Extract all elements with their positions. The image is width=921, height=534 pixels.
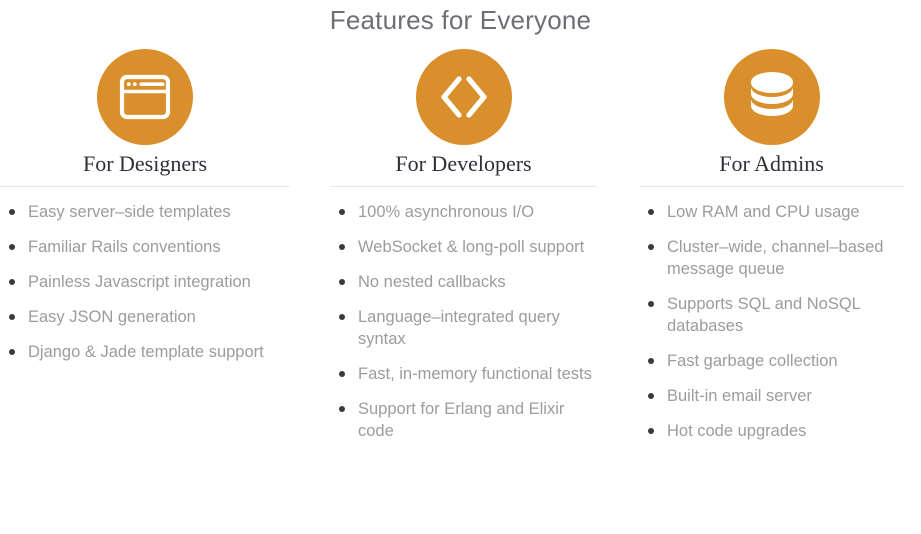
icon-wrap-admins — [639, 49, 904, 145]
browser-window-icon — [119, 74, 171, 120]
bullet-icon — [339, 279, 345, 285]
bullet-icon — [9, 244, 15, 250]
list-item-label: 100% asynchronous I/O — [358, 203, 535, 221]
list-item: No nested callbacks — [330, 271, 597, 293]
list-item: Familiar Rails conventions — [0, 236, 290, 258]
bullet-icon — [339, 244, 345, 250]
list-item: 100% asynchronous I/O — [330, 201, 597, 223]
bullet-icon — [9, 209, 15, 215]
bullet-icon — [9, 349, 15, 355]
list-item-label: WebSocket & long-poll support — [358, 238, 585, 256]
list-item-label: Hot code upgrades — [667, 422, 807, 440]
column-heading-designers: For Designers — [82, 151, 208, 176]
feature-columns: For Designers Easy server–side templates… — [0, 40, 921, 455]
feature-column-designers: For Designers Easy server–side templates… — [0, 40, 307, 376]
bullet-icon — [648, 428, 654, 434]
heading-divider-designers — [0, 186, 290, 187]
list-item: Painless Javascript integration — [0, 271, 290, 293]
list-item: Language–integrated query syntax — [330, 306, 597, 350]
list-item-label: Supports SQL and NoSQL databases — [667, 295, 861, 335]
list-item: Built-in email server — [639, 385, 904, 407]
list-item-label: Low RAM and CPU usage — [667, 203, 860, 221]
bullet-icon — [648, 358, 654, 364]
icon-badge-developers — [415, 49, 512, 145]
list-item-label: Fast garbage collection — [667, 352, 838, 370]
list-item-label: Support for Erlang and Elixir code — [358, 400, 565, 440]
bullet-icon — [648, 244, 654, 250]
database-icon — [747, 70, 797, 124]
icon-badge-designers — [97, 49, 193, 145]
list-item-label: Painless Javascript integration — [28, 273, 251, 291]
column-heading-admins: For Admins — [719, 151, 824, 176]
list-item-label: Familiar Rails conventions — [28, 238, 221, 256]
bullet-icon — [339, 371, 345, 377]
list-item: WebSocket & long-poll support — [330, 236, 597, 258]
list-item: Fast, in-memory functional tests — [330, 363, 597, 385]
bullet-icon — [648, 301, 654, 307]
list-item-label: No nested callbacks — [358, 273, 506, 291]
code-brackets-icon — [435, 71, 493, 123]
list-item-label: Language–integrated query syntax — [358, 308, 560, 348]
list-item: Support for Erlang and Elixir code — [330, 398, 597, 442]
list-item: Cluster–wide, channel–based message queu… — [639, 236, 904, 280]
list-item-label: Easy server–side templates — [28, 203, 231, 221]
feature-column-developers: For Developers 100% asynchronous I/O Web… — [307, 40, 614, 455]
list-item: Fast garbage collection — [639, 350, 904, 372]
list-item-label: Cluster–wide, channel–based message queu… — [667, 238, 884, 278]
list-item: Supports SQL and NoSQL databases — [639, 293, 904, 337]
column-heading-developers: For Developers — [395, 151, 532, 176]
list-item: Easy server–side templates — [0, 201, 290, 223]
bullet-icon — [9, 314, 15, 320]
bullet-icon — [339, 406, 345, 412]
bullet-icon — [648, 209, 654, 215]
icon-wrap-developers — [330, 49, 597, 145]
feature-list-admins: Low RAM and CPU usage Cluster–wide, chan… — [639, 201, 904, 442]
feature-column-admins: For Admins Low RAM and CPU usage Cluster… — [614, 40, 921, 455]
list-item-label: Built-in email server — [667, 387, 812, 405]
bullet-icon — [648, 393, 654, 399]
list-item: Low RAM and CPU usage — [639, 201, 904, 223]
icon-badge-admins — [723, 49, 820, 145]
page-title: Features for Everyone — [329, 5, 592, 35]
list-item: Django & Jade template support — [0, 341, 290, 363]
icon-wrap-designers — [0, 49, 290, 145]
heading-divider-admins — [639, 186, 904, 187]
list-item: Easy JSON generation — [0, 306, 290, 328]
features-section: Features for Everyone For Designers Easy… — [0, 0, 921, 534]
list-item-label: Fast, in-memory functional tests — [358, 365, 592, 383]
bullet-icon — [9, 279, 15, 285]
feature-list-designers: Easy server–side templates Familiar Rail… — [0, 201, 290, 363]
list-item-label: Django & Jade template support — [28, 343, 264, 361]
bullet-icon — [339, 314, 345, 320]
feature-list-developers: 100% asynchronous I/O WebSocket & long-p… — [330, 201, 597, 442]
heading-divider-developers — [330, 186, 597, 187]
list-item-label: Easy JSON generation — [28, 308, 196, 326]
bullet-icon — [339, 209, 345, 215]
list-item: Hot code upgrades — [639, 420, 904, 442]
